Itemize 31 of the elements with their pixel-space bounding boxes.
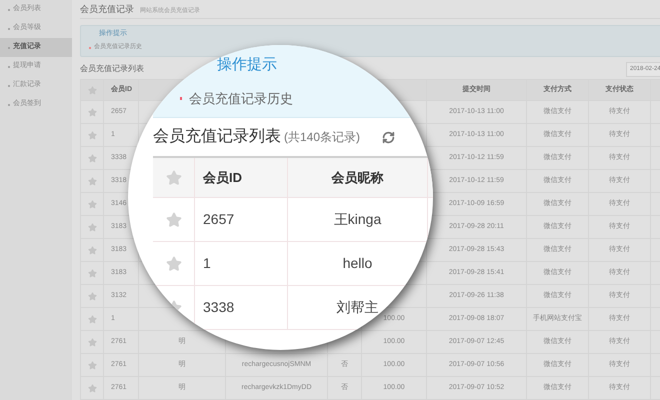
page-title: 会员充值记录 [80, 3, 134, 16]
star-icon[interactable] [88, 384, 97, 393]
star-icon[interactable] [88, 268, 97, 278]
column-header: 会员昵称 [332, 168, 384, 187]
record-count: (共140条记录) [284, 129, 360, 146]
star-icon[interactable] [88, 292, 97, 301]
star-icon[interactable] [166, 170, 182, 186]
star-icon[interactable] [88, 154, 97, 163]
star-icon[interactable] [88, 130, 97, 140]
tip-title: 操作提示 [217, 55, 278, 75]
list-title: 会员充值记录列表 [153, 126, 281, 147]
column-header: 会员ID [203, 168, 242, 187]
star-icon[interactable] [88, 108, 97, 117]
nickname: 王kinga [334, 210, 382, 229]
star-icon[interactable] [88, 360, 97, 370]
refresh-icon[interactable] [382, 130, 396, 144]
star-icon[interactable] [166, 256, 182, 272]
tip-item: 会员充值记录历史 [189, 90, 293, 108]
star-icon[interactable] [88, 222, 97, 232]
star-icon[interactable] [88, 200, 97, 209]
nickname: 刘帮主 [336, 298, 378, 317]
member-id: 2657 [203, 210, 234, 229]
star-icon[interactable] [88, 314, 97, 324]
member-id: 1 [203, 254, 211, 273]
star-icon[interactable] [166, 212, 182, 228]
member-id: 3338 [203, 298, 234, 317]
star-icon[interactable] [88, 338, 97, 347]
nickname: hello [342, 254, 372, 273]
star-icon[interactable] [88, 176, 97, 186]
list-title: 会员充值记录列表 [80, 63, 144, 76]
star-icon[interactable] [88, 246, 97, 255]
